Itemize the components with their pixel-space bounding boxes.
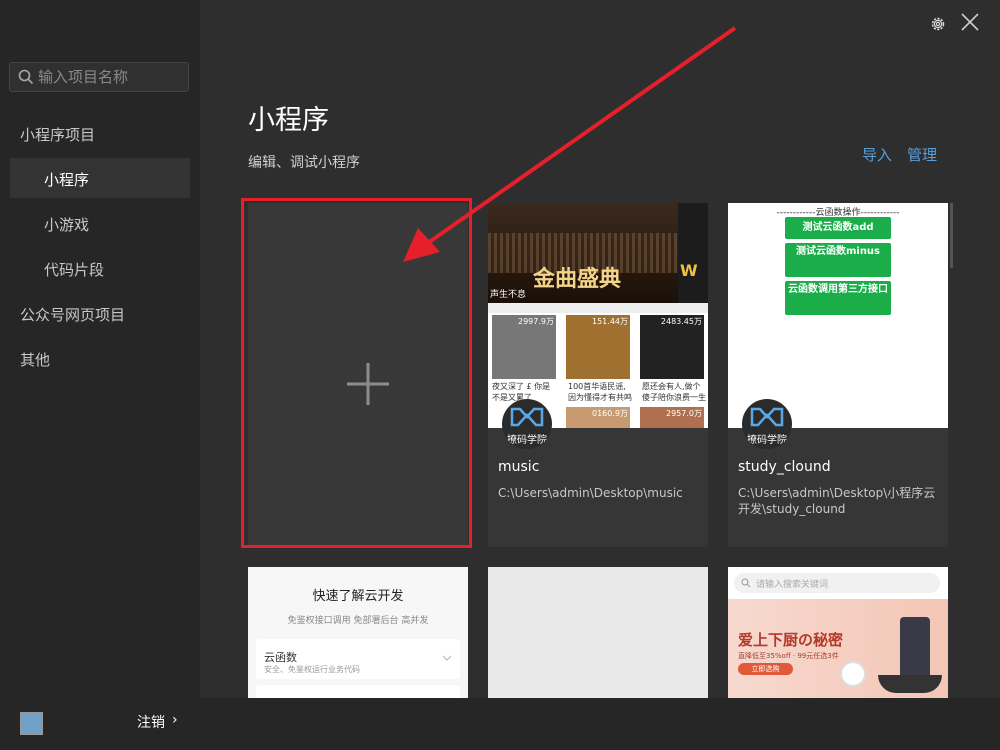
logout-button[interactable]: 注销	[137, 712, 165, 732]
user-avatar[interactable]	[20, 712, 43, 735]
annotation-arrow-icon	[403, 26, 737, 262]
chevron-right-icon[interactable]: ›	[172, 712, 178, 728]
